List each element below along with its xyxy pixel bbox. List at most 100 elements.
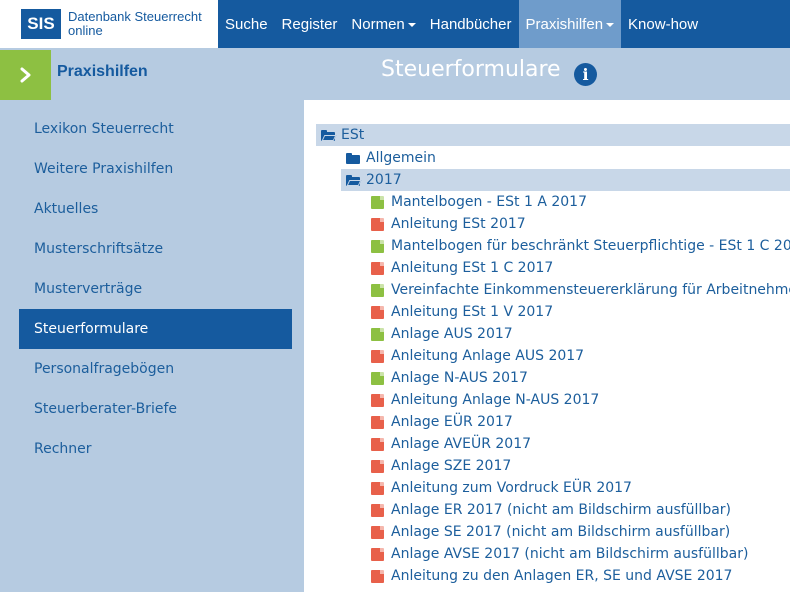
- logo-badge: SIS: [21, 9, 61, 39]
- tree-item-label: Anleitung ESt 1 V 2017: [391, 304, 554, 320]
- section-toggle-button[interactable]: [0, 50, 51, 100]
- logo-line-2: online: [68, 23, 103, 38]
- tree-file-item[interactable]: Anleitung ESt 2017: [366, 213, 526, 235]
- nav-item-handb-cher[interactable]: Handbücher: [423, 0, 519, 48]
- tree-item-label: Anleitung ESt 2017: [391, 216, 526, 232]
- tree-file-item[interactable]: Anlage SE 2017 (nicht am Bildschirm ausf…: [366, 521, 730, 543]
- nav-item-label: Normen: [351, 15, 405, 33]
- tree-item-label: Vereinfachte Einkommensteuererklärung fü…: [391, 282, 790, 298]
- sidebar-item-steuerberater-briefe[interactable]: Steuerberater-Briefe: [19, 389, 292, 429]
- pdf-file-icon: [371, 481, 384, 495]
- top-navigation-bar: SIS Datenbank Steuerrecht online Suche Re…: [0, 0, 790, 48]
- chevron-right-icon: [20, 67, 30, 83]
- tree-file-item[interactable]: Mantelbogen - ESt 1 A 2017: [366, 191, 587, 213]
- caret-down-icon: [407, 23, 416, 27]
- sidebar-item-weitere-praxishilfen[interactable]: Weitere Praxishilfen: [19, 149, 292, 189]
- logo-line-1: Datenbank Steuerrecht: [68, 9, 202, 24]
- tree-item-label: Anlage AUS 2017: [391, 326, 513, 342]
- tree-item-label: Anlage SZE 2017: [391, 458, 512, 474]
- tree-folder-allgemein[interactable]: Allgemein: [341, 147, 436, 169]
- tree-file-item[interactable]: Anlage ER 2017 (nicht am Bildschirm ausf…: [366, 499, 731, 521]
- sidebar-item-mustervertr-ge[interactable]: Musterverträge: [19, 269, 292, 309]
- tree-item-label: Anlage ER 2017 (nicht am Bildschirm ausf…: [391, 502, 732, 518]
- form-file-icon: [371, 327, 384, 341]
- folder-open-icon: [346, 174, 362, 186]
- tree-item-label: Anlage SE 2017 (nicht am Bildschirm ausf…: [391, 524, 731, 540]
- tree-file-item[interactable]: Anleitung ESt 1 C 2017: [366, 257, 553, 279]
- pdf-file-icon: [371, 569, 384, 583]
- pdf-file-icon: [371, 547, 384, 561]
- pdf-file-icon: [371, 437, 384, 451]
- tree-file-item[interactable]: Mantelbogen für beschränkt Steuerpflicht…: [366, 235, 790, 257]
- tree-item-label: Anlage AVSE 2017 (nicht am Bildschirm au…: [391, 546, 749, 562]
- main-nav: Suche Register Normen Handbücher Praxishilfe…: [218, 0, 705, 48]
- tree-item-label: Anlage AVEÜR 2017: [391, 436, 532, 452]
- tree-folder-est[interactable]: ESt: [316, 124, 790, 146]
- logo-text: Datenbank Steuerrecht online: [68, 10, 202, 38]
- folder-open-icon: [321, 129, 337, 141]
- pdf-file-icon: [371, 305, 384, 319]
- folder-icon: [346, 152, 360, 164]
- tree-item-label: Anleitung ESt 1 C 2017: [391, 260, 554, 276]
- tree-item-label: Anleitung zu den Anlagen ER, SE und AVSE…: [391, 568, 733, 584]
- sidebar-item-musterschrifts-tze[interactable]: Musterschriftsätze: [19, 229, 292, 269]
- pdf-file-icon: [371, 261, 384, 275]
- tree-item-label: Anleitung Anlage AUS 2017: [391, 348, 585, 364]
- tree-folder-2017[interactable]: 2017: [341, 169, 790, 191]
- nav-item-label: Know-how: [628, 15, 699, 33]
- nav-item-know-how[interactable]: Know-how: [621, 0, 705, 48]
- nav-item-label: Handbücher: [429, 15, 512, 33]
- sidebar-item-lexikon-steuerrecht[interactable]: Lexikon Steuerrecht: [19, 109, 292, 149]
- tree-item-label: ESt: [341, 127, 365, 143]
- tree-file-item[interactable]: Anleitung Anlage AUS 2017: [366, 345, 584, 367]
- nav-item-normen[interactable]: Normen: [344, 0, 422, 48]
- nav-item-praxishilfen[interactable]: Praxishilfen: [518, 0, 622, 48]
- form-file-icon: [371, 371, 384, 385]
- tree-item-label: Anlage EÜR 2017: [391, 414, 513, 430]
- tree-file-item[interactable]: Anlage EÜR 2017: [366, 411, 513, 433]
- pdf-file-icon: [371, 393, 384, 407]
- tree-file-item[interactable]: Anlage AVEÜR 2017: [366, 433, 531, 455]
- sidebar-item-personalfrageb-gen[interactable]: Personalfragebögen: [19, 349, 292, 389]
- sidebar-item-rechner[interactable]: Rechner: [19, 429, 292, 469]
- pdf-file-icon: [371, 503, 384, 517]
- sidebar-item-aktuelles[interactable]: Aktuelles: [19, 189, 292, 229]
- forms-tree-panel: ESt Allgemein 2017 Mantelbogen - ESt 1 A 20…: [304, 100, 790, 592]
- page-title: Steuerformulare: [381, 57, 561, 82]
- pdf-file-icon: [371, 217, 384, 231]
- section-title: Praxishilfen: [57, 63, 148, 80]
- info-icon[interactable]: i: [574, 63, 597, 86]
- pdf-file-icon: [371, 459, 384, 473]
- tree-item-label: Mantelbogen - ESt 1 A 2017: [391, 194, 587, 210]
- tree-item-label: 2017: [366, 172, 402, 188]
- tree-file-item[interactable]: Anlage AUS 2017: [366, 323, 513, 345]
- pdf-file-icon: [371, 349, 384, 363]
- tree-file-item[interactable]: Anlage SZE 2017: [366, 455, 511, 477]
- nav-item-register[interactable]: Register: [275, 0, 345, 48]
- pdf-file-icon: [371, 415, 384, 429]
- section-header: Praxishilfen Steuerformulare i: [0, 48, 790, 100]
- sidebar: Lexikon Steuerrecht Weitere Praxishilfen A…: [0, 100, 300, 592]
- tree-item-label: Anleitung Anlage N-AUS 2017: [391, 392, 600, 408]
- tree-file-item[interactable]: Vereinfachte Einkommensteuererklärung fü…: [366, 279, 790, 301]
- nav-item-label: Suche: [225, 15, 268, 33]
- form-file-icon: [371, 239, 384, 253]
- tree-file-item[interactable]: Anleitung zum Vordruck EÜR 2017: [366, 477, 632, 499]
- tree-file-item[interactable]: Anleitung ESt 1 V 2017: [366, 301, 553, 323]
- sidebar-item-steuerformulare[interactable]: Steuerformulare: [19, 309, 292, 349]
- tree-file-item[interactable]: Anleitung Anlage N-AUS 2017: [366, 389, 599, 411]
- caret-down-icon: [606, 23, 615, 27]
- tree-file-item[interactable]: Anlage N-AUS 2017: [366, 367, 528, 389]
- nav-item-suche[interactable]: Suche: [218, 0, 275, 48]
- form-file-icon: [371, 283, 384, 297]
- tree-file-item[interactable]: Anlage AVSE 2017 (nicht am Bildschirm au…: [366, 543, 748, 565]
- form-file-icon: [371, 195, 384, 209]
- tree-item-label: Allgemein: [366, 150, 436, 166]
- logo[interactable]: SIS Datenbank Steuerrecht online: [0, 0, 218, 48]
- tree-item-label: Anleitung zum Vordruck EÜR 2017: [391, 480, 632, 496]
- tree-item-label: Mantelbogen für beschränkt Steuerpflicht…: [391, 238, 790, 254]
- nav-item-label: Register: [281, 15, 338, 33]
- pdf-file-icon: [371, 525, 384, 539]
- nav-item-label: Praxishilfen: [525, 15, 604, 33]
- tree-file-item[interactable]: Anleitung zu den Anlagen ER, SE und AVSE…: [366, 565, 732, 587]
